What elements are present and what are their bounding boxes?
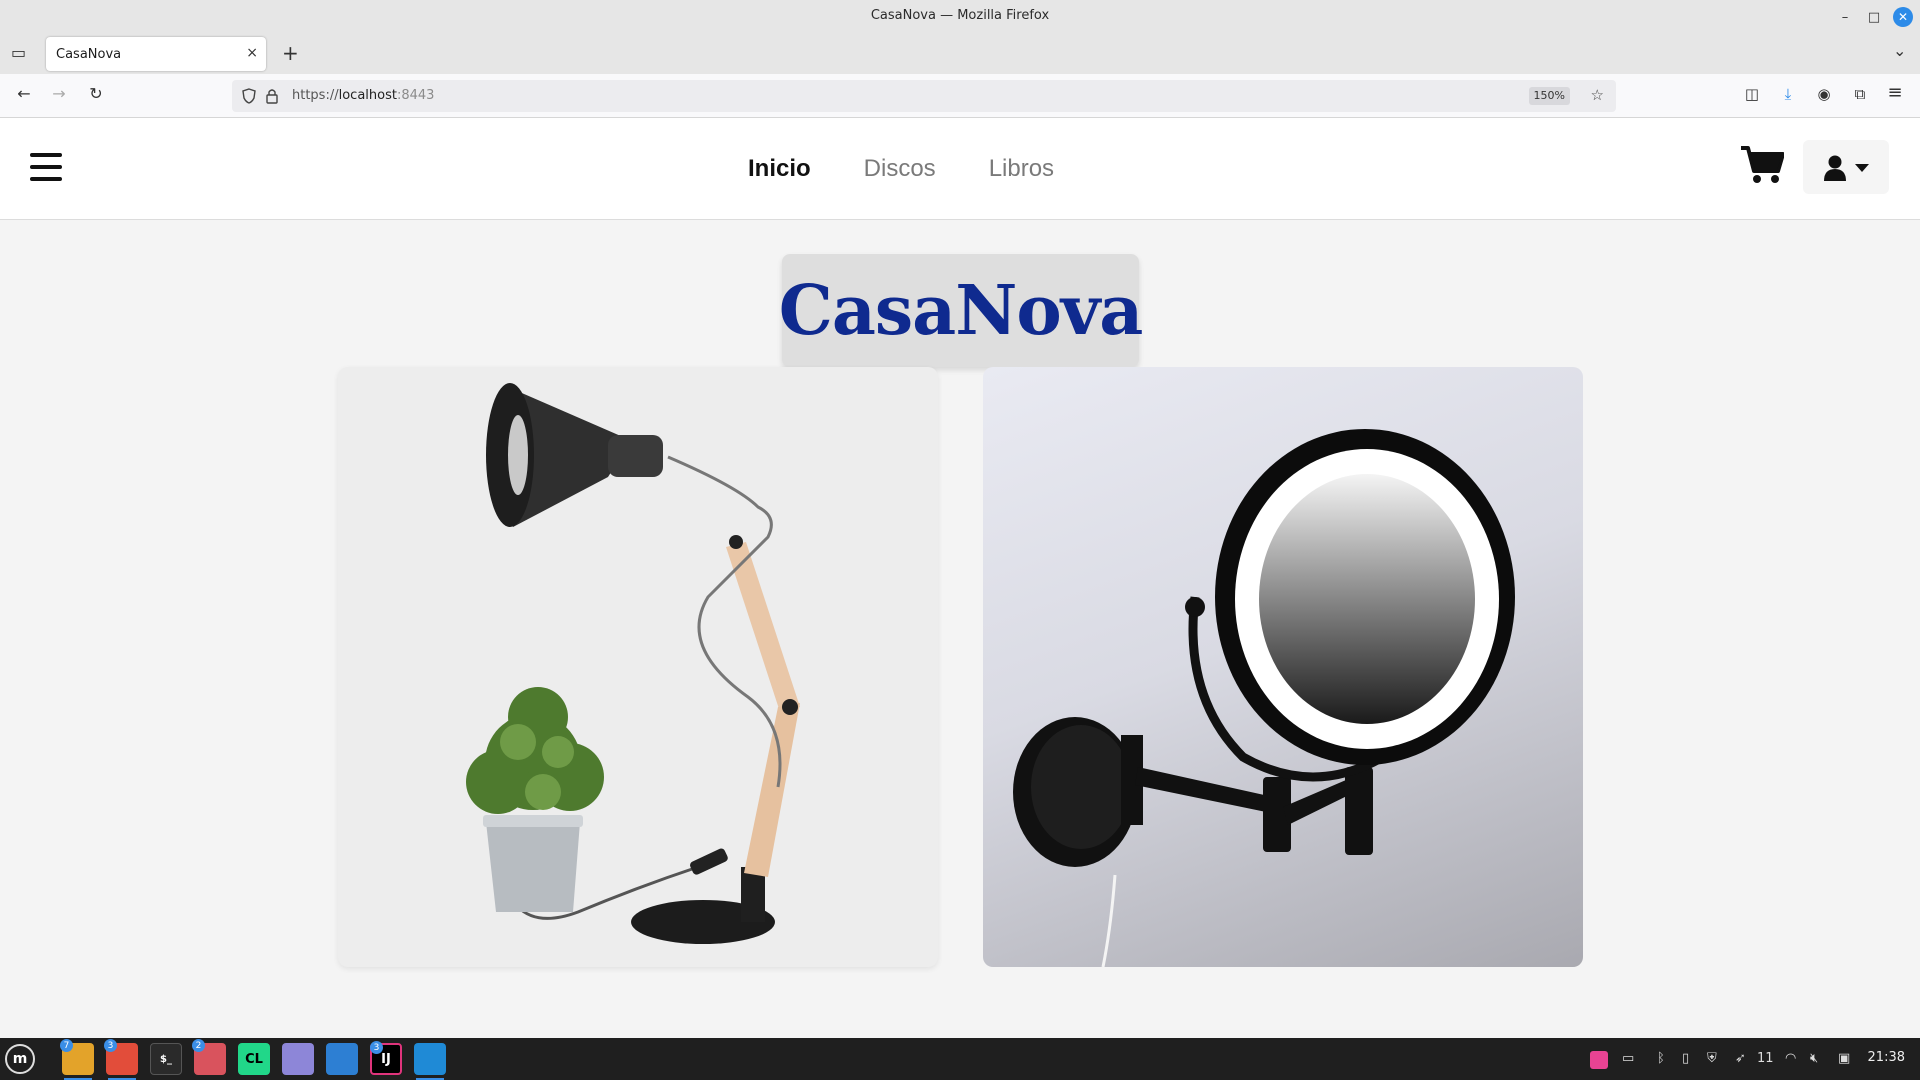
app-red-badge: 2 — [192, 1039, 205, 1052]
shield-tray-icon[interactable]: ⛨ — [1707, 1051, 1717, 1066]
tray-count[interactable]: 11 — [1757, 1051, 1774, 1066]
taskbar-files[interactable]: 7 — [60, 1039, 94, 1080]
taskbar-app-red[interactable]: 2 — [192, 1039, 226, 1075]
minimize-button[interactable]: – — [1835, 7, 1855, 27]
brand-title: CasaNova — [778, 270, 1144, 351]
url-prefix: https:// — [292, 88, 339, 103]
os-taskbar: m 7 3 $_ 2 CL IJ 3 ▭ ᛒ ▯ ⛨ ➶ 11 ◠ 🔇︎ ▣ 2… — [0, 1038, 1920, 1080]
tab-manager-icon[interactable]: ▭ — [11, 43, 26, 62]
maximize-button[interactable]: □ — [1864, 7, 1884, 27]
update-icon[interactable]: ➶ — [1735, 1051, 1746, 1066]
product-card-mirror[interactable] — [983, 367, 1583, 967]
tray-app-icon[interactable] — [1590, 1051, 1608, 1069]
taskbar-text-editor[interactable] — [282, 1043, 314, 1075]
taskbar-firefox[interactable]: 3 — [104, 1039, 138, 1080]
terminal-glyph: $_ — [160, 1053, 172, 1065]
clock[interactable]: 21:38 — [1868, 1050, 1905, 1065]
app-menu-icon[interactable]: ≡ — [1884, 82, 1906, 103]
url-port: :8443 — [396, 88, 435, 103]
taskbar-writer[interactable] — [326, 1043, 358, 1075]
tab-strip: ▭ CasaNova × + ⌄ — [0, 33, 1920, 74]
taskbar-intellij[interactable]: IJ 3 — [370, 1041, 402, 1075]
site-header: Inicio Discos Libros — [0, 118, 1920, 220]
nav-discos[interactable]: Discos — [864, 155, 936, 183]
caret-down-icon — [1855, 164, 1869, 172]
intellij-badge: 3 — [370, 1041, 383, 1054]
hamburger-menu-icon[interactable] — [30, 153, 62, 181]
zoom-indicator[interactable]: 150% — [1528, 87, 1570, 105]
list-all-tabs-icon[interactable]: ⌄ — [1893, 41, 1906, 60]
battery-icon[interactable]: ▣ — [1838, 1051, 1850, 1066]
product-card-lamp[interactable] — [338, 367, 938, 967]
intellij-label: IJ — [381, 1051, 391, 1067]
window-titlebar: CasaNova — Mozilla Firefox – □ ✕ — [0, 0, 1920, 33]
taskbar-vscode[interactable] — [414, 1043, 446, 1080]
user-dropdown-button[interactable] — [1803, 140, 1889, 194]
account-icon[interactable]: ◉ — [1813, 85, 1835, 103]
files-badge: 7 — [60, 1039, 73, 1052]
extensions-icon[interactable]: ⧉ — [1849, 85, 1871, 103]
tab-label: CasaNova — [56, 47, 122, 62]
bluetooth-icon[interactable]: ᛒ — [1657, 1051, 1665, 1066]
back-button[interactable]: ← — [12, 84, 36, 103]
tray-drive-icon[interactable]: ▭ — [1622, 1051, 1634, 1066]
navigation-toolbar: ← → ↻ https://localhost:8443 150% ☆ ◫ ⤓ … — [0, 74, 1920, 118]
taskbar-clion[interactable]: CL — [238, 1043, 270, 1075]
volume-muted-icon[interactable]: 🔇︎ — [1810, 1051, 1818, 1066]
start-menu-button[interactable]: m — [5, 1044, 35, 1074]
new-tab-button[interactable]: + — [282, 41, 299, 65]
nav-libros[interactable]: Libros — [989, 155, 1054, 183]
lock-icon[interactable] — [265, 88, 279, 104]
mirror-image — [1013, 429, 1515, 967]
close-window-button[interactable]: ✕ — [1893, 7, 1913, 27]
nav-inicio[interactable]: Inicio — [748, 155, 811, 183]
url-bar[interactable]: https://localhost:8443 150% ☆ — [232, 80, 1616, 112]
taskbar-terminal[interactable]: $_ — [150, 1043, 182, 1075]
bookmark-star-icon[interactable]: ☆ — [1591, 86, 1604, 104]
forward-button[interactable]: → — [47, 84, 71, 103]
clion-label: CL — [245, 1051, 263, 1067]
wifi-icon[interactable]: ◠ — [1785, 1051, 1796, 1066]
url-host: localhost — [338, 88, 397, 103]
window-title: CasaNova — Mozilla Firefox — [870, 8, 1050, 23]
downloads-icon[interactable]: ⤓ — [1777, 85, 1799, 103]
firefox-badge: 3 — [104, 1039, 117, 1052]
pocket-icon[interactable]: ◫ — [1741, 85, 1763, 103]
user-icon — [1824, 155, 1846, 181]
site-nav: Inicio Discos Libros — [748, 155, 1054, 183]
tracking-shield-icon[interactable] — [242, 88, 256, 104]
reload-button[interactable]: ↻ — [84, 84, 108, 103]
lamp-image — [466, 383, 800, 944]
tab-close-icon[interactable]: × — [246, 45, 258, 61]
url-text[interactable]: https://localhost:8443 — [292, 88, 434, 103]
clipboard-icon[interactable]: ▯ — [1682, 1051, 1689, 1066]
brand-box: CasaNova — [779, 254, 1143, 367]
tab-casanova[interactable]: CasaNova × — [46, 37, 266, 71]
shopping-cart-icon[interactable] — [1740, 144, 1784, 184]
